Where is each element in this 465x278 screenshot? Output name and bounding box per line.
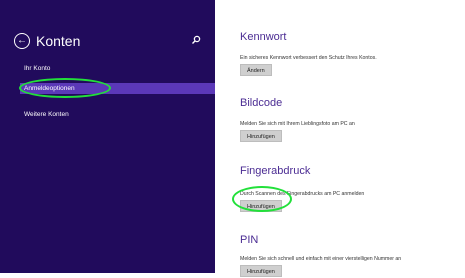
back-arrow-icon[interactable]: ←	[14, 33, 30, 49]
sidebar-item-ihr-konto[interactable]: Ihr Konto	[24, 65, 50, 72]
section-title-kennwort: Kennwort	[240, 31, 287, 43]
search-icon[interactable]	[191, 35, 201, 45]
sidebar-item-weitere-konten[interactable]: Weitere Konten	[24, 111, 69, 118]
fingerabdruck-add-button[interactable]: Hinzufügen	[240, 200, 282, 212]
aendern-button[interactable]: Ändern	[240, 64, 272, 76]
section-desc-kennwort: Ein sicheres Kennwort verbessert den Sch…	[240, 55, 377, 61]
sidebar: ← Konten Ihr Konto Anmeldeoptionen Weite…	[0, 0, 215, 273]
section-desc-bildcode: Melden Sie sich mit Ihrem Lieblingsfoto …	[240, 121, 355, 127]
sidebar-header: ← Konten	[14, 33, 80, 49]
sidebar-item-anmeldeoptionen[interactable]: Anmeldeoptionen	[20, 83, 215, 94]
section-title-pin: PIN	[240, 234, 259, 246]
section-title-fingerabdruck: Fingerabdruck	[240, 165, 311, 177]
bildcode-add-button[interactable]: Hinzufügen	[240, 130, 282, 142]
pin-add-button[interactable]: Hinzufügen	[240, 265, 282, 277]
section-desc-fingerabdruck: Durch Scannen des Fingerabdrucks am PC a…	[240, 191, 365, 197]
section-title-bildcode: Bildcode	[240, 97, 283, 109]
page-title: Konten	[36, 33, 81, 49]
section-desc-pin: Melden Sie sich schnell und einfach mit …	[240, 256, 402, 262]
